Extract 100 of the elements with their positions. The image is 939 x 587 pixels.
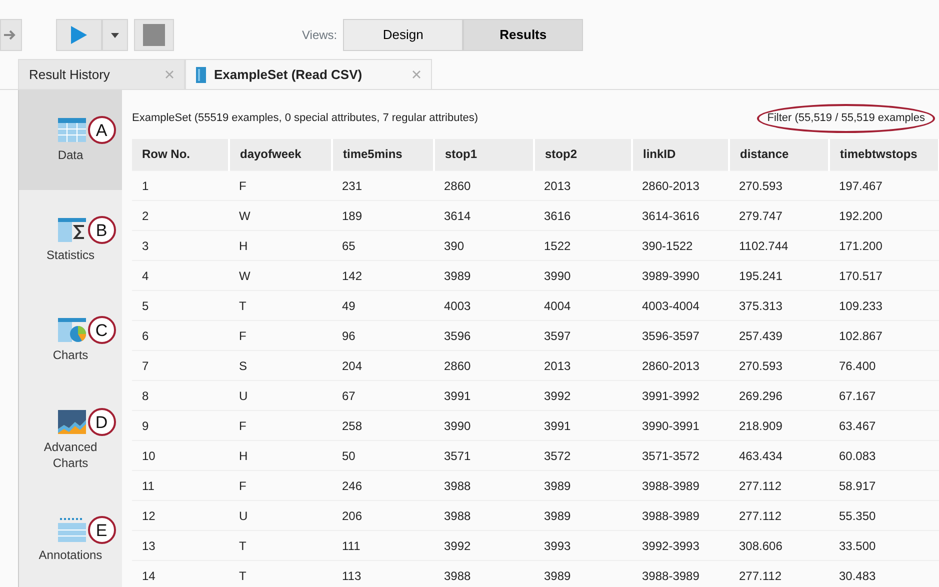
callout-marker: B xyxy=(88,216,116,244)
column-header[interactable]: dayofweek xyxy=(229,138,332,170)
sidebar-item[interactable]: E Annotations xyxy=(19,490,122,587)
table-cell: W xyxy=(229,260,332,290)
table-cell: H xyxy=(229,440,332,470)
view-tab[interactable]: Results xyxy=(463,19,584,51)
table-cell: 49 xyxy=(332,290,434,320)
table-cell: 109.233 xyxy=(829,290,939,320)
table-cell: 270.593 xyxy=(729,170,829,200)
table-cell: 3597 xyxy=(534,320,632,350)
table-cell: 3990 xyxy=(534,260,632,290)
table-cell: 3992 xyxy=(534,380,632,410)
table-cell: 5 xyxy=(132,290,229,320)
table-cell: 6 xyxy=(132,320,229,350)
table-cell: 1522 xyxy=(534,230,632,260)
table-cell: H xyxy=(229,230,332,260)
table-cell: 270.593 xyxy=(729,350,829,380)
table-cell: 67 xyxy=(332,380,434,410)
table-cell: 3614-3616 xyxy=(632,200,729,230)
table-cell: 197.467 xyxy=(829,170,939,200)
close-icon[interactable] xyxy=(165,70,174,79)
table-cell: 4003-4004 xyxy=(632,290,729,320)
table-cell: 3988-3989 xyxy=(632,470,729,500)
table-cell: 308.606 xyxy=(729,530,829,560)
column-header[interactable]: stop1 xyxy=(434,138,534,170)
table-cell: 171.200 xyxy=(829,230,939,260)
document-tab[interactable]: Result History xyxy=(18,59,185,89)
table-cell: 195.241 xyxy=(729,260,829,290)
table-cell: 204 xyxy=(332,350,434,380)
sigma-table-icon xyxy=(58,218,86,242)
table-cell: 277.112 xyxy=(729,500,829,530)
column-header[interactable]: Row No. xyxy=(132,138,229,170)
table-cell: 3596-3597 xyxy=(632,320,729,350)
sidebar-item[interactable]: A Data xyxy=(19,90,122,190)
close-icon[interactable] xyxy=(412,70,421,79)
table-cell: 102.867 xyxy=(829,320,939,350)
document-tab[interactable]: ExampleSet (Read CSV) xyxy=(185,59,432,89)
table-cell: 390 xyxy=(434,230,534,260)
table-cell: 7 xyxy=(132,350,229,380)
table-cell: 3572 xyxy=(534,440,632,470)
stop-button[interactable] xyxy=(134,19,174,51)
table-cell: 3596 xyxy=(434,320,534,350)
table-cell: 3990 xyxy=(434,410,534,440)
table-cell: 3616 xyxy=(534,200,632,230)
table-cell: 3988 xyxy=(434,500,534,530)
callout-marker: C xyxy=(88,316,116,344)
column-header[interactable]: linkID xyxy=(632,138,729,170)
table-cell: F xyxy=(229,170,332,200)
table-cell: 3989-3990 xyxy=(632,260,729,290)
table-cell: 76.400 xyxy=(829,350,939,380)
table-cell: 3988-3989 xyxy=(632,500,729,530)
table-cell: 11 xyxy=(132,470,229,500)
table-cell: 30.483 xyxy=(829,560,939,587)
table-cell: 192.200 xyxy=(829,200,939,230)
table-cell: T xyxy=(229,530,332,560)
table-cell: 14 xyxy=(132,560,229,587)
column-header[interactable]: distance xyxy=(729,138,829,170)
table-cell: 375.313 xyxy=(729,290,829,320)
table-cell: 60.083 xyxy=(829,440,939,470)
table-cell: 3991-3992 xyxy=(632,380,729,410)
table-cell: 55.350 xyxy=(829,500,939,530)
column-header[interactable]: time5mins xyxy=(332,138,434,170)
table-cell: 63.467 xyxy=(829,410,939,440)
column-header[interactable]: timebtwstops xyxy=(829,138,939,170)
column-header[interactable]: stop2 xyxy=(534,138,632,170)
table-cell: 9 xyxy=(132,410,229,440)
table-cell: 3991 xyxy=(434,380,534,410)
table-cell: U xyxy=(229,500,332,530)
table-cell: 67.167 xyxy=(829,380,939,410)
stop-icon xyxy=(143,24,165,46)
table-cell: 3988-3989 xyxy=(632,560,729,587)
view-tab[interactable]: Design xyxy=(343,19,464,51)
table-cell: 246 xyxy=(332,470,434,500)
table-cell: 2860-2013 xyxy=(632,350,729,380)
sidebar-item[interactable]: B Statistics xyxy=(19,190,122,290)
callout-marker: A xyxy=(88,116,116,144)
table-cell: 50 xyxy=(332,440,434,470)
table-cell: T xyxy=(229,560,332,587)
table-icon xyxy=(58,118,86,142)
callout-marker: D xyxy=(88,408,116,436)
play-icon xyxy=(70,25,88,45)
table-cell: 4 xyxy=(132,260,229,290)
sidebar-item[interactable]: D Advanced Charts xyxy=(19,390,122,490)
table-cell: 231 xyxy=(332,170,434,200)
sidebar-item[interactable]: C Charts xyxy=(19,290,122,390)
dropdown-button[interactable] xyxy=(102,19,128,51)
table-cell: F xyxy=(229,470,332,500)
table-cell: 58.917 xyxy=(829,470,939,500)
table-cell: F xyxy=(229,410,332,440)
table-cell: 113 xyxy=(332,560,434,587)
table-cell: 2860 xyxy=(434,170,534,200)
table-cell: U xyxy=(229,380,332,410)
table-cell: 390-1522 xyxy=(632,230,729,260)
table-cell: 277.112 xyxy=(729,560,829,587)
filter-button[interactable]: Filter (55,519 / 55,519 examples xyxy=(757,104,935,132)
table-cell: 189 xyxy=(332,200,434,230)
table-cell: 3990-3991 xyxy=(632,410,729,440)
table-cell: 3988 xyxy=(434,560,534,587)
table-cell: 3992 xyxy=(434,530,534,560)
table-cell: S xyxy=(229,350,332,380)
